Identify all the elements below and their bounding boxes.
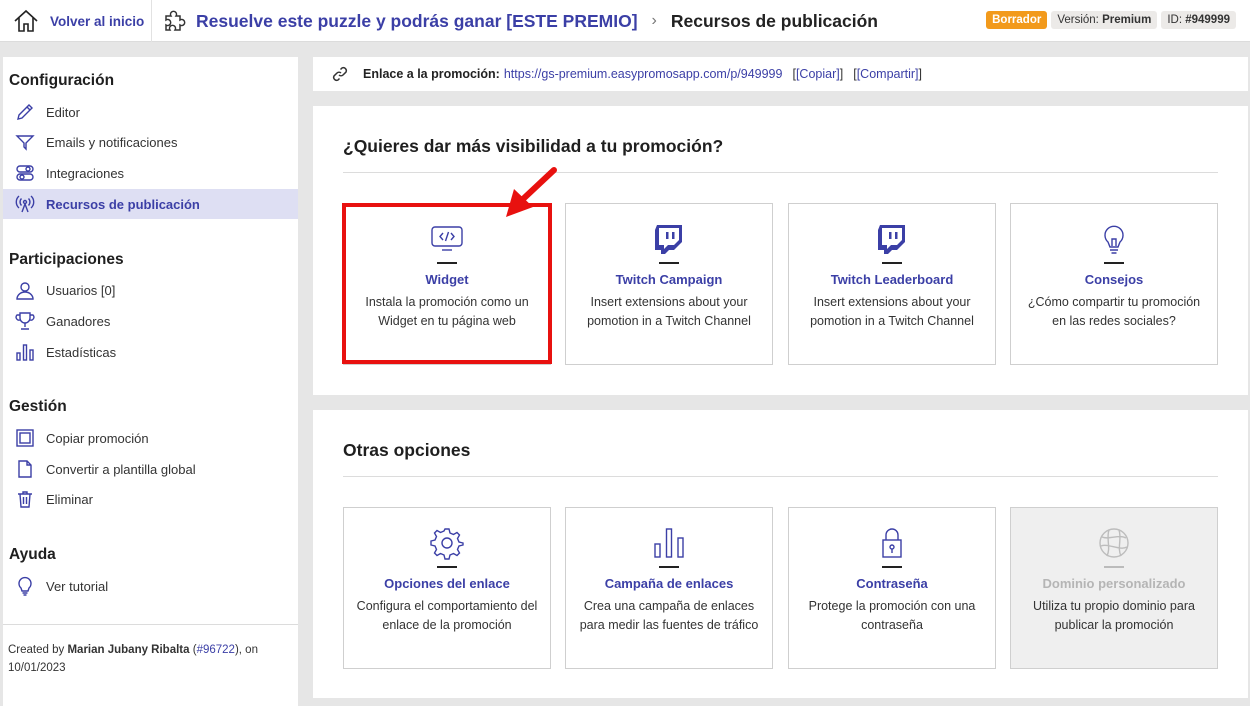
author-id-link[interactable]: #96722 [197,644,235,656]
card-title: Campaña de enlaces [604,576,734,591]
section-title-gestion: Gestión [9,398,67,415]
card-description: ¿Cómo compartir tu promoción en las rede… [1027,295,1201,328]
link-campaign-card[interactable]: Campaña de enlaces Crea una campaña de e… [565,507,773,669]
card-title: Opciones del enlace [384,576,510,591]
home-link[interactable]: Volver al inicio [0,0,152,42]
card-title: Dominio personalizado [1042,576,1186,591]
globe-icon [1099,528,1129,558]
visibility-title: ¿Quieres dar más visibilidad a tu promoc… [343,136,724,156]
created-date: 10/01/2023 [8,662,66,674]
twitch-icon [655,225,682,254]
arrow-annotation-icon [506,167,557,217]
twitch-leaderboard-card[interactable]: Twitch Leaderboard Insert extensions abo… [788,203,996,365]
header-badges: Borrador Versión: Premium ID: #949999 [986,11,1236,29]
sidebar-item-recursos[interactable]: Recursos de publicación [3,189,298,219]
lightbulb-icon [18,576,32,596]
promotion-url-link[interactable]: https://gs-premium.easypromosapp.com/p/9… [504,67,783,81]
id-badge: ID: #949999 [1161,11,1236,29]
home-label: Volver al inicio [50,13,145,29]
divider [343,172,1218,173]
sidebar-item-ganadores[interactable]: Ganadores [3,306,298,336]
card-title: Contraseña [856,576,928,591]
card-description: Insert extensions about your pomotion in… [587,295,751,328]
card-title: Twitch Leaderboard [830,272,954,287]
section-title-participaciones: Participaciones [9,251,124,268]
user-icon [16,282,34,300]
sidebar-item-emails[interactable]: Emails y notificaciones [3,127,298,157]
sidebar-item-plantilla[interactable]: Convertir a plantilla global [3,454,298,484]
home-icon [14,9,38,32]
section-title-configuracion: Configuración [9,72,115,89]
twitch-campaign-card[interactable]: Twitch Campaign Insert extensions about … [565,203,773,365]
created-by-note: Created by Marian Jubany Ribalta (#96722… [3,624,298,677]
puzzle-icon [165,10,186,31]
sidebar-item-usuarios[interactable]: Usuarios [0] [3,275,298,305]
sidebar-item-tutorial[interactable]: Ver tutorial [3,571,298,601]
promotion-link-bar: Enlace a la promoción: https://gs-premiu… [313,57,1248,91]
gear-icon [430,528,464,560]
breadcrumb: Resuelve este puzzle y podrás ganar [EST… [162,0,878,42]
link-icon [332,66,348,82]
promotion-title[interactable]: Resuelve este puzzle y podrás ganar [EST… [196,11,638,32]
sidebar-item-copiar[interactable]: Copiar promoción [3,423,298,453]
consejos-card[interactable]: Consejos ¿Cómo compartir tu promoción en… [1010,203,1218,365]
document-icon [18,460,32,478]
copy-icon [16,429,34,447]
version-badge: Versión: Premium [1051,11,1158,29]
chevron-right-icon: › [651,12,657,29]
custom-domain-card: Dominio personalizado Utiliza tu propio … [1010,507,1218,669]
page-title: Recursos de publicación [670,10,878,31]
trophy-icon [15,312,35,330]
card-description: Configura el comportamiento del enlace d… [356,599,538,632]
sidebar-item-integraciones[interactable]: Integraciones [3,158,298,188]
author-name: Marian Jubany Ribalta [67,644,190,656]
card-title: Twitch Campaign [615,272,723,287]
sidebar-item-eliminar[interactable]: Eliminar [3,484,298,514]
link-options-card[interactable]: Opciones del enlace Configura el comport… [343,507,551,669]
pencil-icon [17,104,33,120]
other-options-panel: Otras opciones Opciones del enlace Confi… [313,410,1248,698]
link-label: Enlace a la promoción: [363,67,500,81]
card-description: Crea una campaña de enlaces para medir l… [579,599,759,632]
section-title-ayuda: Ayuda [9,546,56,563]
trash-icon [18,491,32,508]
top-bar: Volver al inicio Resuelve este puzzle y … [0,0,1250,42]
status-badge: Borrador [986,11,1048,29]
sidebar: Configuración Editor Emails y notificaci… [3,57,298,706]
bar-chart-icon [654,528,684,558]
copy-link-button[interactable]: [[Copiar]] [792,67,843,81]
password-card[interactable]: Contraseña Protege la promoción con una … [788,507,996,669]
card-description: Insert extensions about your pomotion in… [810,295,974,328]
bar-chart-icon [16,344,34,361]
toggles-icon [16,165,34,181]
highlight-box [342,203,552,364]
card-description: Protege la promoción con una contraseña [808,599,976,632]
funnel-icon [15,135,35,151]
sidebar-item-editor[interactable]: Editor [3,97,298,127]
lock-icon [882,528,902,558]
broadcast-icon [15,195,35,213]
lightbulb-icon [1104,225,1124,254]
card-description: Utiliza tu propio dominio para publicar … [1033,599,1195,632]
card-title: Consejos [1084,272,1144,287]
twitch-icon [878,225,905,254]
other-options-title: Otras opciones [343,440,471,460]
divider [343,476,1218,477]
share-link-button[interactable]: [[Compartir]] [853,67,922,81]
sidebar-item-estadisticas[interactable]: Estadísticas [3,337,298,367]
